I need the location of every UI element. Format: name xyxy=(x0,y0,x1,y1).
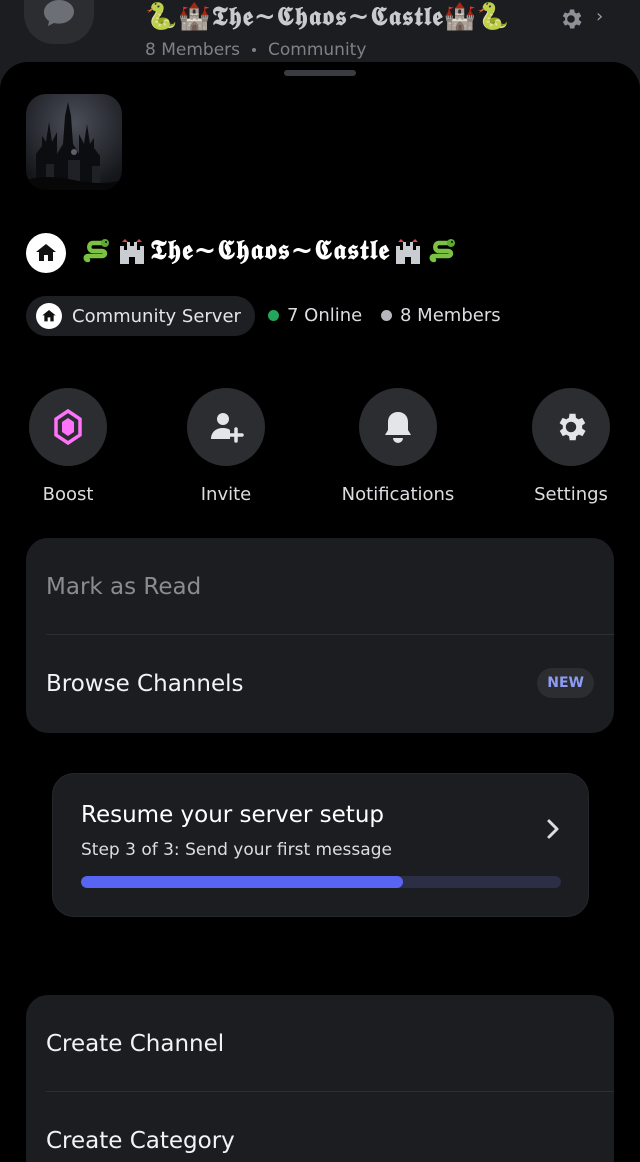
notifications-label: Notifications xyxy=(341,484,455,505)
boost-label: Boost xyxy=(42,484,94,505)
create-category-label: Create Category xyxy=(46,1127,235,1154)
setup-progress-bar xyxy=(81,876,561,888)
community-home-icon xyxy=(36,303,62,329)
browse-channels-label: Browse Channels xyxy=(46,670,244,697)
invite-circle[interactable] xyxy=(187,388,265,466)
settings-label: Settings xyxy=(534,484,608,505)
online-count-label: 7 Online xyxy=(287,305,363,326)
online-count: 7 Online xyxy=(268,305,362,326)
community-server-pill[interactable]: Community Server xyxy=(26,296,255,336)
create-channel-label: Create Channel xyxy=(46,1030,225,1057)
chevron-right-icon xyxy=(547,819,559,839)
community-server-label: Community Server xyxy=(72,305,241,327)
separator-dot xyxy=(252,48,257,52)
server-name: 𝕿𝖍𝖊~𝕮𝖍𝖆𝖔𝖘~𝕮𝖆𝖘𝖙𝖑𝖊 xyxy=(80,229,460,273)
notifications-button[interactable]: Notifications xyxy=(338,388,458,505)
bell-icon xyxy=(385,412,411,443)
gear-icon xyxy=(559,413,586,441)
server-name-text: 𝕿𝖍𝖊~𝕮𝖍𝖆𝖔𝖘~𝕮𝖆𝖘𝖙𝖑𝖊 xyxy=(150,235,391,266)
invite-label: Invite xyxy=(200,484,252,505)
read-browse-card: Mark as Read Browse Channels NEW xyxy=(26,538,614,733)
add-user-icon xyxy=(211,413,244,443)
member-count: 8 Members xyxy=(381,305,501,326)
setup-progress-fill xyxy=(81,876,403,888)
boost-gem-icon xyxy=(54,409,82,445)
background-server-title: 🐍🏰𝕿𝖍𝖊~𝕮𝖍𝖆𝖔𝖘~𝕮𝖆𝖘𝖙𝖑𝖊🏰🐍 xyxy=(145,2,511,32)
new-badge: NEW xyxy=(537,668,594,698)
boost-button[interactable]: Boost xyxy=(8,388,128,505)
server-options-sheet: 𝕿𝖍𝖊~𝕮𝖍𝖆𝖔𝖘~𝕮𝖆𝖘𝖙𝖑𝖊 Community Server 7 Onli… xyxy=(0,62,640,1162)
snake-emoji-icon xyxy=(429,239,456,263)
boost-circle[interactable] xyxy=(29,388,107,466)
sheet-drag-handle[interactable] xyxy=(284,70,356,76)
server-setup-card[interactable]: Resume your server setup Step 3 of 3: Se… xyxy=(52,773,589,917)
create-channel-item[interactable]: Create Channel xyxy=(26,995,614,1092)
background-gear-icon xyxy=(562,9,582,29)
mark-as-read-label: Mark as Read xyxy=(46,573,202,600)
browse-channels-item[interactable]: Browse Channels NEW xyxy=(26,635,614,732)
setup-step: Step 3 of 3: Send your first message xyxy=(81,840,392,860)
server-icon[interactable] xyxy=(26,94,122,190)
background-category: Community xyxy=(268,40,367,60)
member-status-dot xyxy=(381,310,392,321)
notifications-circle[interactable] xyxy=(359,388,437,466)
mark-as-read-item[interactable]: Mark as Read xyxy=(26,538,614,635)
background-subtitle: 8 Members Community xyxy=(145,40,366,60)
snake-emoji-icon xyxy=(83,239,109,263)
setup-title: Resume your server setup xyxy=(81,802,384,828)
online-status-dot xyxy=(268,310,279,321)
member-count-label: 8 Members xyxy=(400,305,501,326)
settings-button[interactable]: Settings xyxy=(511,388,631,505)
castle-emoji-icon xyxy=(396,239,421,264)
settings-circle[interactable] xyxy=(532,388,610,466)
community-home-icon xyxy=(26,233,66,273)
background-chevron-icon: › xyxy=(596,6,604,27)
invite-button[interactable]: Invite xyxy=(166,388,286,505)
background-members: 8 Members xyxy=(145,40,241,60)
castle-emoji-icon xyxy=(120,239,144,264)
create-category-item[interactable]: Create Category xyxy=(26,1092,614,1162)
